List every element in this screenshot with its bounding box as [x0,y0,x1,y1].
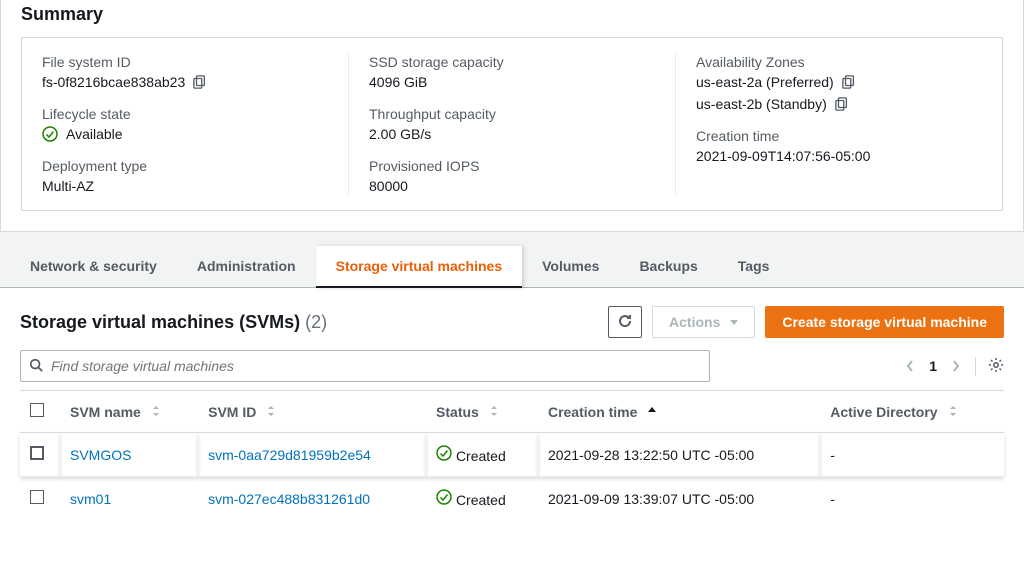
az-label: Availability Zones [696,54,982,70]
actions-dropdown[interactable]: Actions [652,306,755,338]
az-preferred: us-east-2a (Preferred) [696,74,834,90]
ssd-label: SSD storage capacity [369,54,655,70]
throughput-label: Throughput capacity [369,106,655,122]
summary-box: File system ID fs-0f8216bcae838ab23 Life… [21,37,1003,211]
piops-label: Provisioned IOPS [369,158,655,174]
copy-icon[interactable] [842,75,856,89]
status-value: Created [456,492,506,508]
search-input-wrap[interactable] [20,350,710,382]
creation-time-cell: 2021-09-28 13:22:50 UTC -05:00 [538,433,820,477]
piops-value: 80000 [369,178,655,194]
svm-name-link[interactable]: svm01 [70,491,111,507]
table-row: SVMGOS svm-0aa729d81959b2e54 Created 202… [20,433,1004,477]
sort-icon [489,405,499,417]
select-all-checkbox[interactable] [30,403,44,417]
sort-icon [151,405,161,417]
table-row: svm01 svm-027ec488b831261d0 Created 2021… [20,477,1004,521]
check-circle-icon [42,126,58,142]
deployment-type-value: Multi-AZ [42,178,328,194]
sort-icon [266,405,276,417]
tab-tags[interactable]: Tags [718,246,790,288]
col-active-directory[interactable]: Active Directory [820,391,1004,433]
tab-volumes[interactable]: Volumes [522,246,619,288]
svm-table: SVM name SVM ID Status Creation time [20,390,1004,520]
search-input[interactable] [51,358,701,374]
tabs: Network & security Administration Storag… [0,246,1024,288]
copy-icon[interactable] [193,75,207,89]
svm-id-link[interactable]: svm-0aa729d81959b2e54 [208,447,371,463]
check-circle-icon [436,489,452,505]
svm-id-link[interactable]: svm-027ec488b831261d0 [208,491,370,507]
svm-name-link[interactable]: SVMGOS [70,447,131,463]
col-creation-time[interactable]: Creation time [538,391,820,433]
copy-icon[interactable] [835,97,849,111]
row-checkbox[interactable] [30,446,44,460]
col-status[interactable]: Status [426,391,538,433]
status-value: Created [456,448,506,464]
refresh-icon [617,313,633,332]
tab-network-security[interactable]: Network & security [10,246,177,288]
ad-cell: - [820,477,1004,521]
creation-time-value: 2021-09-09T14:07:56-05:00 [696,148,982,164]
tab-backups[interactable]: Backups [619,246,717,288]
file-system-id-value: fs-0f8216bcae838ab23 [42,74,185,90]
summary-heading: Summary [21,0,1003,37]
pager-prev[interactable] [905,359,915,373]
ad-cell: - [820,433,1004,477]
pager: 1 [905,357,1004,376]
search-icon [29,358,43,375]
refresh-button[interactable] [608,306,642,338]
check-circle-icon [436,445,452,461]
settings-button[interactable] [975,357,1004,376]
col-svm-id[interactable]: SVM ID [198,391,426,433]
tab-administration[interactable]: Administration [177,246,316,288]
creation-time-cell: 2021-09-09 13:39:07 UTC -05:00 [538,477,820,521]
create-svm-button[interactable]: Create storage virtual machine [765,306,1004,338]
lifecycle-value: Available [66,126,123,142]
az-standby: us-east-2b (Standby) [696,96,827,112]
svm-section-title: Storage virtual machines (SVMs) (2) [20,312,327,333]
sort-asc-icon [647,405,657,417]
pager-next[interactable] [951,359,961,373]
col-svm-name[interactable]: SVM name [60,391,198,433]
ssd-value: 4096 GiB [369,74,655,90]
lifecycle-label: Lifecycle state [42,106,328,122]
pager-page: 1 [929,358,937,374]
throughput-value: 2.00 GB/s [369,126,655,142]
deployment-type-label: Deployment type [42,158,328,174]
row-checkbox[interactable] [30,490,44,504]
tab-storage-virtual-machines[interactable]: Storage virtual machines [316,246,523,288]
sort-icon [948,405,958,417]
caret-down-icon [730,320,738,325]
file-system-id-label: File system ID [42,54,328,70]
creation-time-label: Creation time [696,128,982,144]
